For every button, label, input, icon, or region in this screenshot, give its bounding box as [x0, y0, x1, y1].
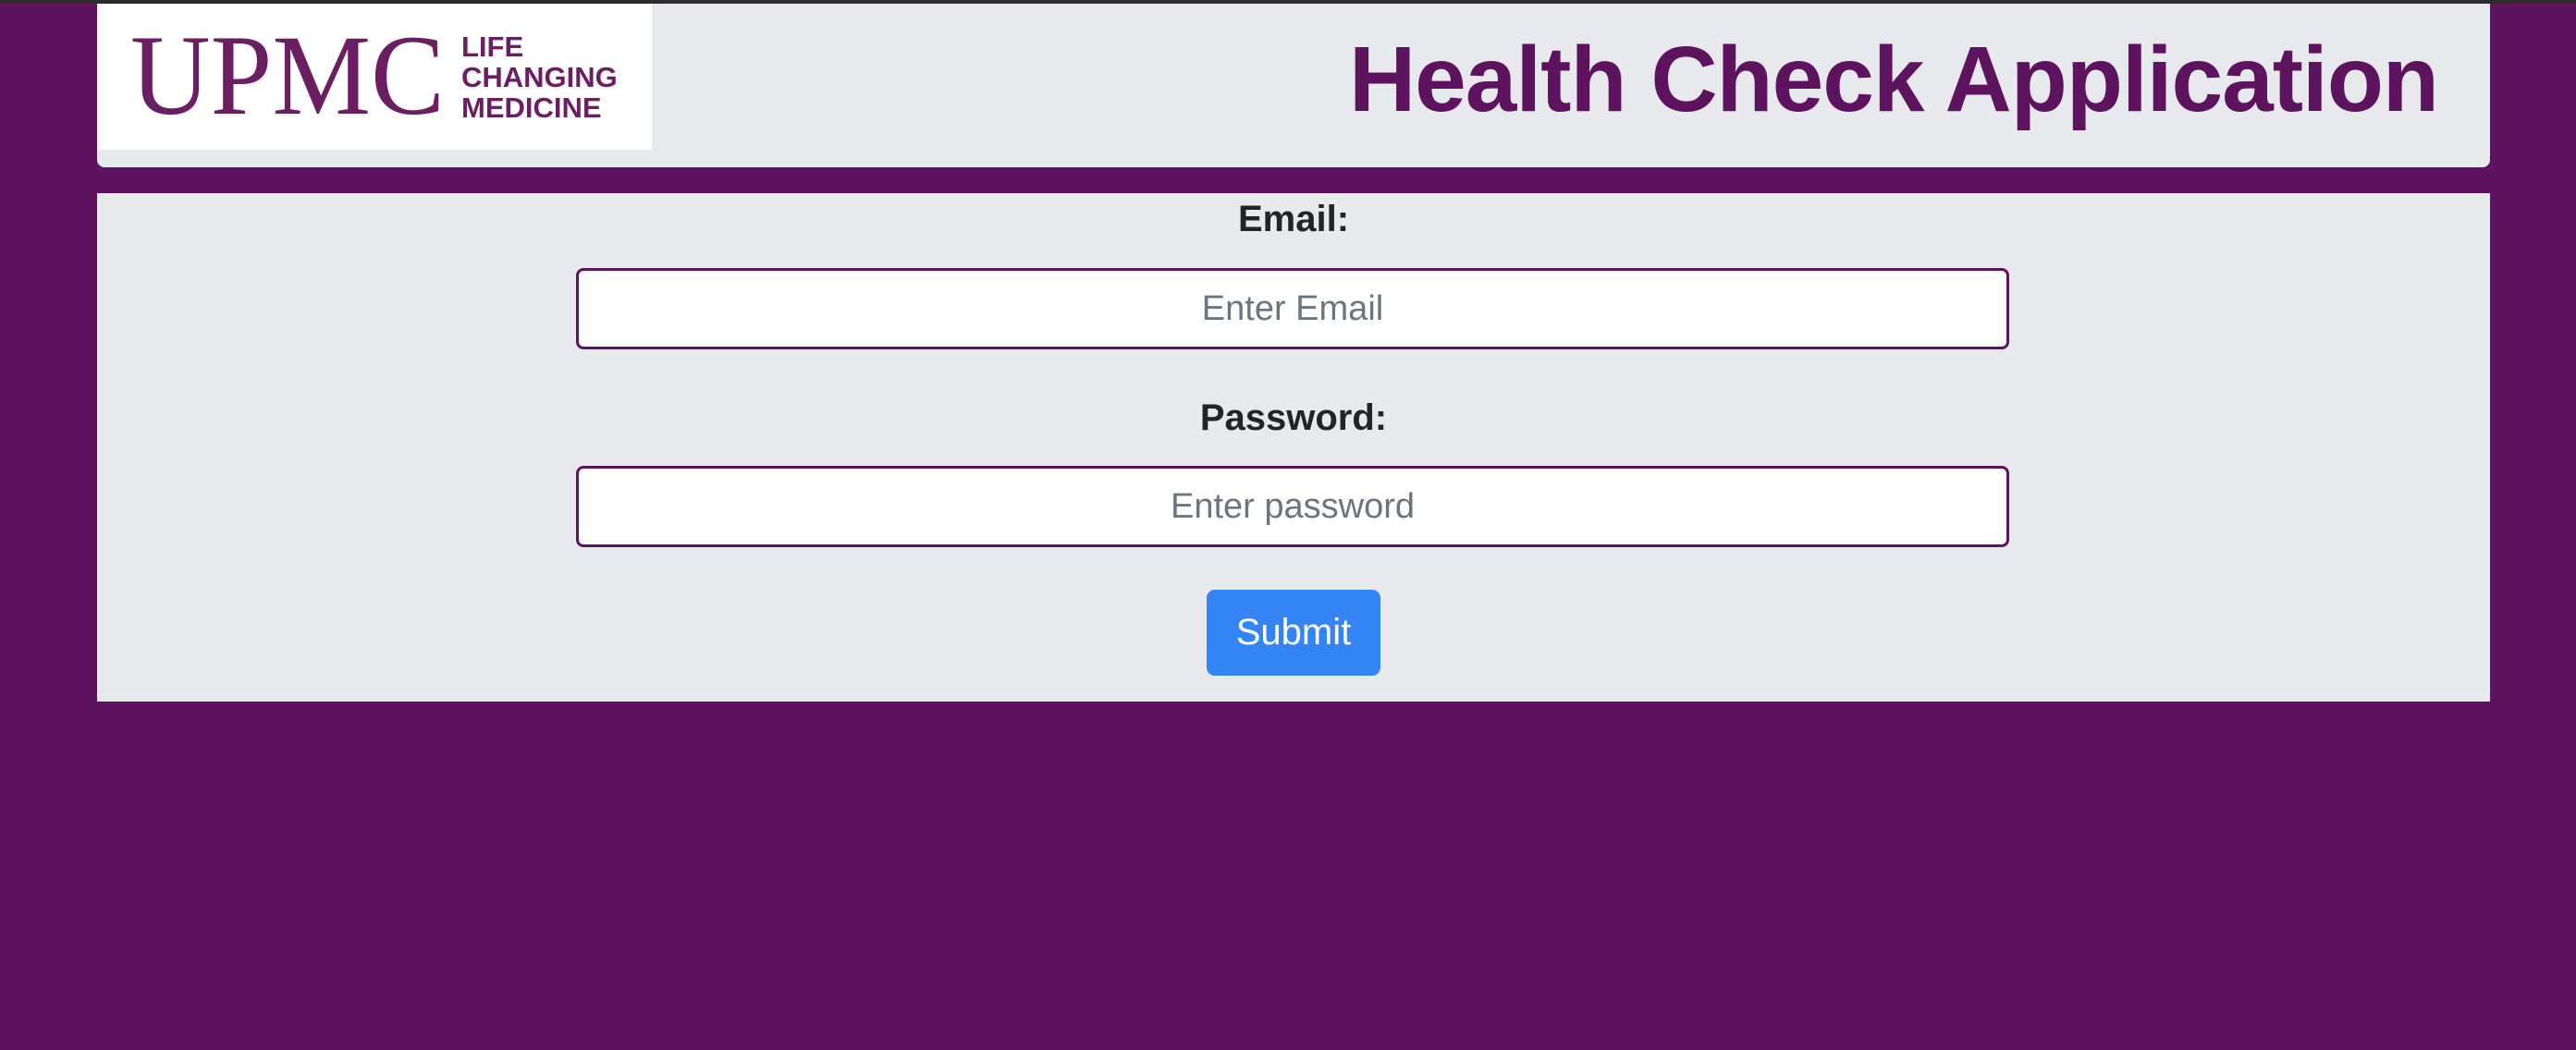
page-title: Health Check Application — [1348, 28, 2439, 131]
upmc-logo-graphic: UPMC LIFE CHANGING MEDICINE — [130, 12, 618, 139]
password-field[interactable] — [576, 466, 2009, 547]
password-label: Password: — [1199, 397, 1388, 438]
logo-wordmark: UPMC — [130, 12, 445, 139]
logo-tagline-line-2: CHANGING — [461, 61, 618, 93]
upmc-logo: UPMC LIFE CHANGING MEDICINE — [97, 4, 652, 150]
email-field[interactable] — [576, 268, 2009, 349]
email-label: Email: — [1237, 199, 1350, 239]
logo-tagline-line-3: MEDICINE — [461, 92, 602, 124]
submit-button[interactable]: Submit — [1207, 590, 1380, 676]
logo-tagline-line-1: LIFE — [461, 31, 523, 63]
login-form: Email: Password: Submit — [97, 193, 2490, 702]
app-header: UPMC LIFE CHANGING MEDICINE Health Check… — [97, 4, 2490, 167]
